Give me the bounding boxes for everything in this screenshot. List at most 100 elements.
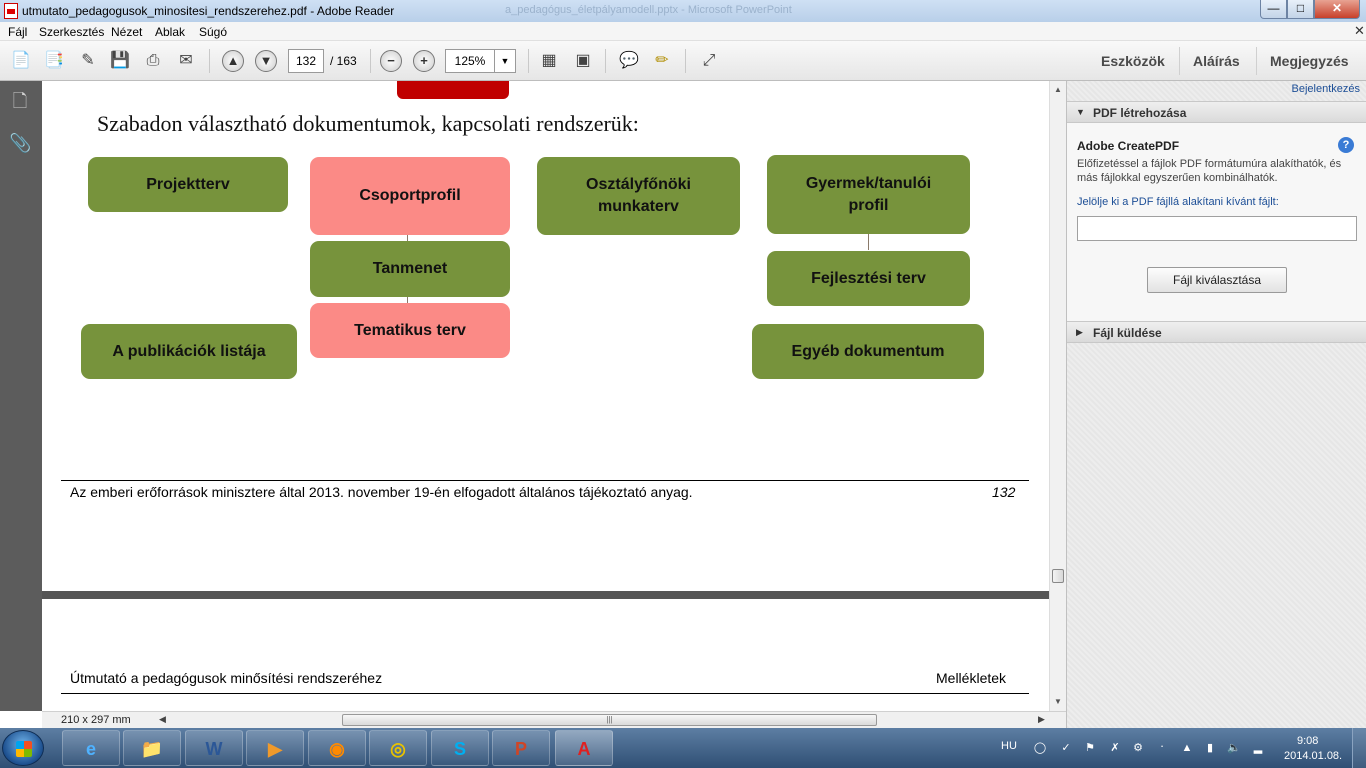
document-view[interactable]: Szabadon választható dokumentumok, kapcs… bbox=[42, 81, 1049, 711]
page-footer-text: Az emberi erőforrások minisztere által 2… bbox=[70, 484, 693, 500]
zoom-out-button[interactable]: − bbox=[380, 50, 402, 72]
comment-icon[interactable]: 💬 bbox=[618, 50, 640, 72]
security-icon[interactable]: ✓ bbox=[1059, 741, 1073, 755]
page-break bbox=[42, 591, 1049, 599]
start-button[interactable] bbox=[2, 730, 44, 766]
zoom-in-button[interactable]: + bbox=[413, 50, 435, 72]
menu-view[interactable]: Nézet bbox=[111, 25, 142, 39]
email-icon[interactable]: ✉ bbox=[175, 50, 197, 72]
fit-page-icon[interactable]: ▦ bbox=[538, 50, 560, 72]
minimize-button[interactable]: — bbox=[1260, 0, 1287, 19]
vertical-scrollbar[interactable]: ▲ ▼ bbox=[1049, 81, 1066, 711]
word-icon[interactable]: W bbox=[185, 730, 243, 766]
toolbar-separator bbox=[370, 49, 371, 73]
collapse-triangle-icon: ▼ bbox=[1076, 107, 1085, 117]
windows-explorer-icon[interactable]: 📁 bbox=[123, 730, 181, 766]
graphics-icon[interactable]: ▲ bbox=[1180, 741, 1194, 755]
header-rule bbox=[61, 693, 1029, 694]
background-window-title: a_pedagógus_életpályamodell.pptx - Micro… bbox=[505, 4, 792, 16]
chrome-icon[interactable]: ◎ bbox=[369, 730, 427, 766]
vertical-scroll-thumb[interactable] bbox=[1052, 569, 1064, 583]
box-publikaciok-listaja: A publikációk listája bbox=[81, 324, 297, 379]
section-create-pdf[interactable]: ▼ PDF létrehozása bbox=[1067, 101, 1366, 123]
zoom-dropdown-arrow[interactable]: ▼ bbox=[494, 49, 516, 73]
footer-rule bbox=[61, 480, 1029, 481]
help-icon[interactable]: ? bbox=[1338, 137, 1354, 153]
highlight-icon[interactable]: ✏ bbox=[651, 50, 673, 72]
next-page-header-title: Útmutató a pedagógusok minősítési rendsz… bbox=[70, 670, 383, 686]
section-create-pdf-label: PDF létrehozása bbox=[1093, 106, 1187, 120]
page-number-input[interactable]: 132 bbox=[288, 49, 324, 73]
menu-edit[interactable]: Szerkesztés bbox=[39, 25, 104, 39]
firefox-icon[interactable]: ◉ bbox=[308, 730, 366, 766]
toolbar-separator bbox=[605, 49, 606, 73]
previous-page-button[interactable]: ▲ bbox=[222, 50, 244, 72]
toolbar-separator bbox=[685, 49, 686, 73]
create-pdf-description: Előfizetéssel a fájlok PDF formátumúra a… bbox=[1077, 158, 1342, 184]
bluetooth-icon[interactable]: ᛫ bbox=[1155, 741, 1169, 755]
fullscreen-icon[interactable]: ⤢ bbox=[698, 50, 720, 72]
scroll-down-arrow-icon[interactable]: ▼ bbox=[1054, 697, 1062, 706]
page-thumbnails-icon[interactable]: 🗋 bbox=[9, 89, 31, 113]
clock-date[interactable]: 2014.01.08. bbox=[1284, 750, 1342, 762]
action-center-icon[interactable]: ⚑ bbox=[1083, 741, 1097, 755]
next-page-button[interactable]: ▼ bbox=[255, 50, 277, 72]
scroll-left-arrow-icon[interactable]: ◀ bbox=[159, 714, 166, 725]
selected-file-field[interactable] bbox=[1077, 216, 1357, 241]
menu-file[interactable]: Fájl bbox=[8, 25, 27, 39]
box-tanmenet: Tanmenet bbox=[310, 241, 510, 297]
horizontal-scroll-thumb[interactable]: ||| bbox=[342, 714, 877, 726]
toolbar-separator bbox=[1256, 47, 1257, 75]
box-osztalyfonoki-munkaterv: Osztályfőnöki munkaterv bbox=[537, 157, 740, 235]
maximize-button[interactable]: □ bbox=[1287, 0, 1314, 19]
input-language[interactable]: HU bbox=[1001, 740, 1017, 752]
box-tematikus-terv: Tematikus terv bbox=[310, 303, 510, 358]
clock-time[interactable]: 9:08 bbox=[1297, 735, 1318, 747]
menu-window[interactable]: Ablak bbox=[155, 25, 185, 39]
skype-icon[interactable]: S bbox=[431, 730, 489, 766]
navigation-pane: 🗋 📎 bbox=[0, 81, 42, 711]
menu-help[interactable]: Súgó bbox=[199, 25, 227, 39]
signal-icon[interactable]: ▂ bbox=[1251, 741, 1265, 755]
login-link[interactable]: Bejelentkezés bbox=[1292, 83, 1361, 95]
fit-width-icon[interactable]: ▣ bbox=[572, 50, 594, 72]
create-pdf-icon[interactable]: 📄 bbox=[10, 50, 32, 72]
attachments-icon[interactable]: 📎 bbox=[9, 133, 31, 157]
zoom-input[interactable]: 125% bbox=[445, 49, 495, 73]
box-egyeb-dokumentum: Egyéb dokumentum bbox=[752, 324, 984, 379]
volume-icon[interactable]: 🔈 bbox=[1227, 741, 1241, 755]
close-button[interactable]: ✕ bbox=[1314, 0, 1360, 19]
edit-icon[interactable]: ✎ bbox=[77, 50, 99, 72]
select-file-button[interactable]: Fájl kiválasztása bbox=[1147, 267, 1287, 293]
page-footer-number: 132 bbox=[992, 484, 1016, 500]
usb-icon[interactable]: ⚙ bbox=[1131, 741, 1145, 755]
create-pdf-panel: Adobe CreatePDF ? Előfizetéssel a fájlok… bbox=[1067, 123, 1366, 321]
internet-explorer-icon[interactable]: e bbox=[62, 730, 120, 766]
select-file-label: Jelölje ki a PDF fájllá alakítani kívánt… bbox=[1077, 196, 1279, 208]
network-icon[interactable]: ◯ bbox=[1033, 741, 1047, 755]
section-send-file[interactable]: ▶ Fájl küldése bbox=[1067, 321, 1366, 343]
adobe-reader-icon bbox=[4, 3, 18, 19]
adobe-reader-icon[interactable]: A bbox=[555, 730, 613, 766]
box-projektterv: Projektterv bbox=[88, 157, 288, 212]
powerpoint-icon[interactable]: P bbox=[492, 730, 550, 766]
create-pdf-title: Adobe CreatePDF bbox=[1077, 139, 1180, 153]
power-icon[interactable]: ✗ bbox=[1108, 741, 1122, 755]
scroll-up-arrow-icon[interactable]: ▲ bbox=[1054, 85, 1062, 94]
comment-tab[interactable]: Megjegyzés bbox=[1270, 53, 1349, 69]
save-icon[interactable]: 💾 bbox=[109, 50, 131, 72]
box-gyermek-tanuloi-profil: Gyermek/tanulói profil bbox=[767, 155, 970, 234]
show-desktop-button[interactable] bbox=[1352, 728, 1366, 768]
battery-icon[interactable]: ▮ bbox=[1203, 741, 1217, 755]
acrobat-icon[interactable]: 📑 bbox=[43, 50, 65, 72]
media-player-icon[interactable]: ▶ bbox=[246, 730, 304, 766]
close-document-icon[interactable]: ✕ bbox=[1354, 23, 1365, 39]
title-bar: utmutato_pedagogusok_minositesi_rendszer… bbox=[0, 0, 1366, 22]
toolbar-separator bbox=[209, 49, 210, 73]
menu-bar: Fájl Szerkesztés Nézet Ablak Súgó ✕ bbox=[0, 22, 1366, 41]
scroll-right-arrow-icon[interactable]: ▶ bbox=[1038, 714, 1045, 725]
print-icon[interactable]: ⎙ bbox=[142, 50, 164, 72]
tools-pane: Bejelentkezés ▼ PDF létrehozása Adobe Cr… bbox=[1066, 81, 1366, 728]
sign-tab[interactable]: Aláírás bbox=[1193, 53, 1240, 69]
tools-tab[interactable]: Eszközök bbox=[1101, 53, 1165, 69]
